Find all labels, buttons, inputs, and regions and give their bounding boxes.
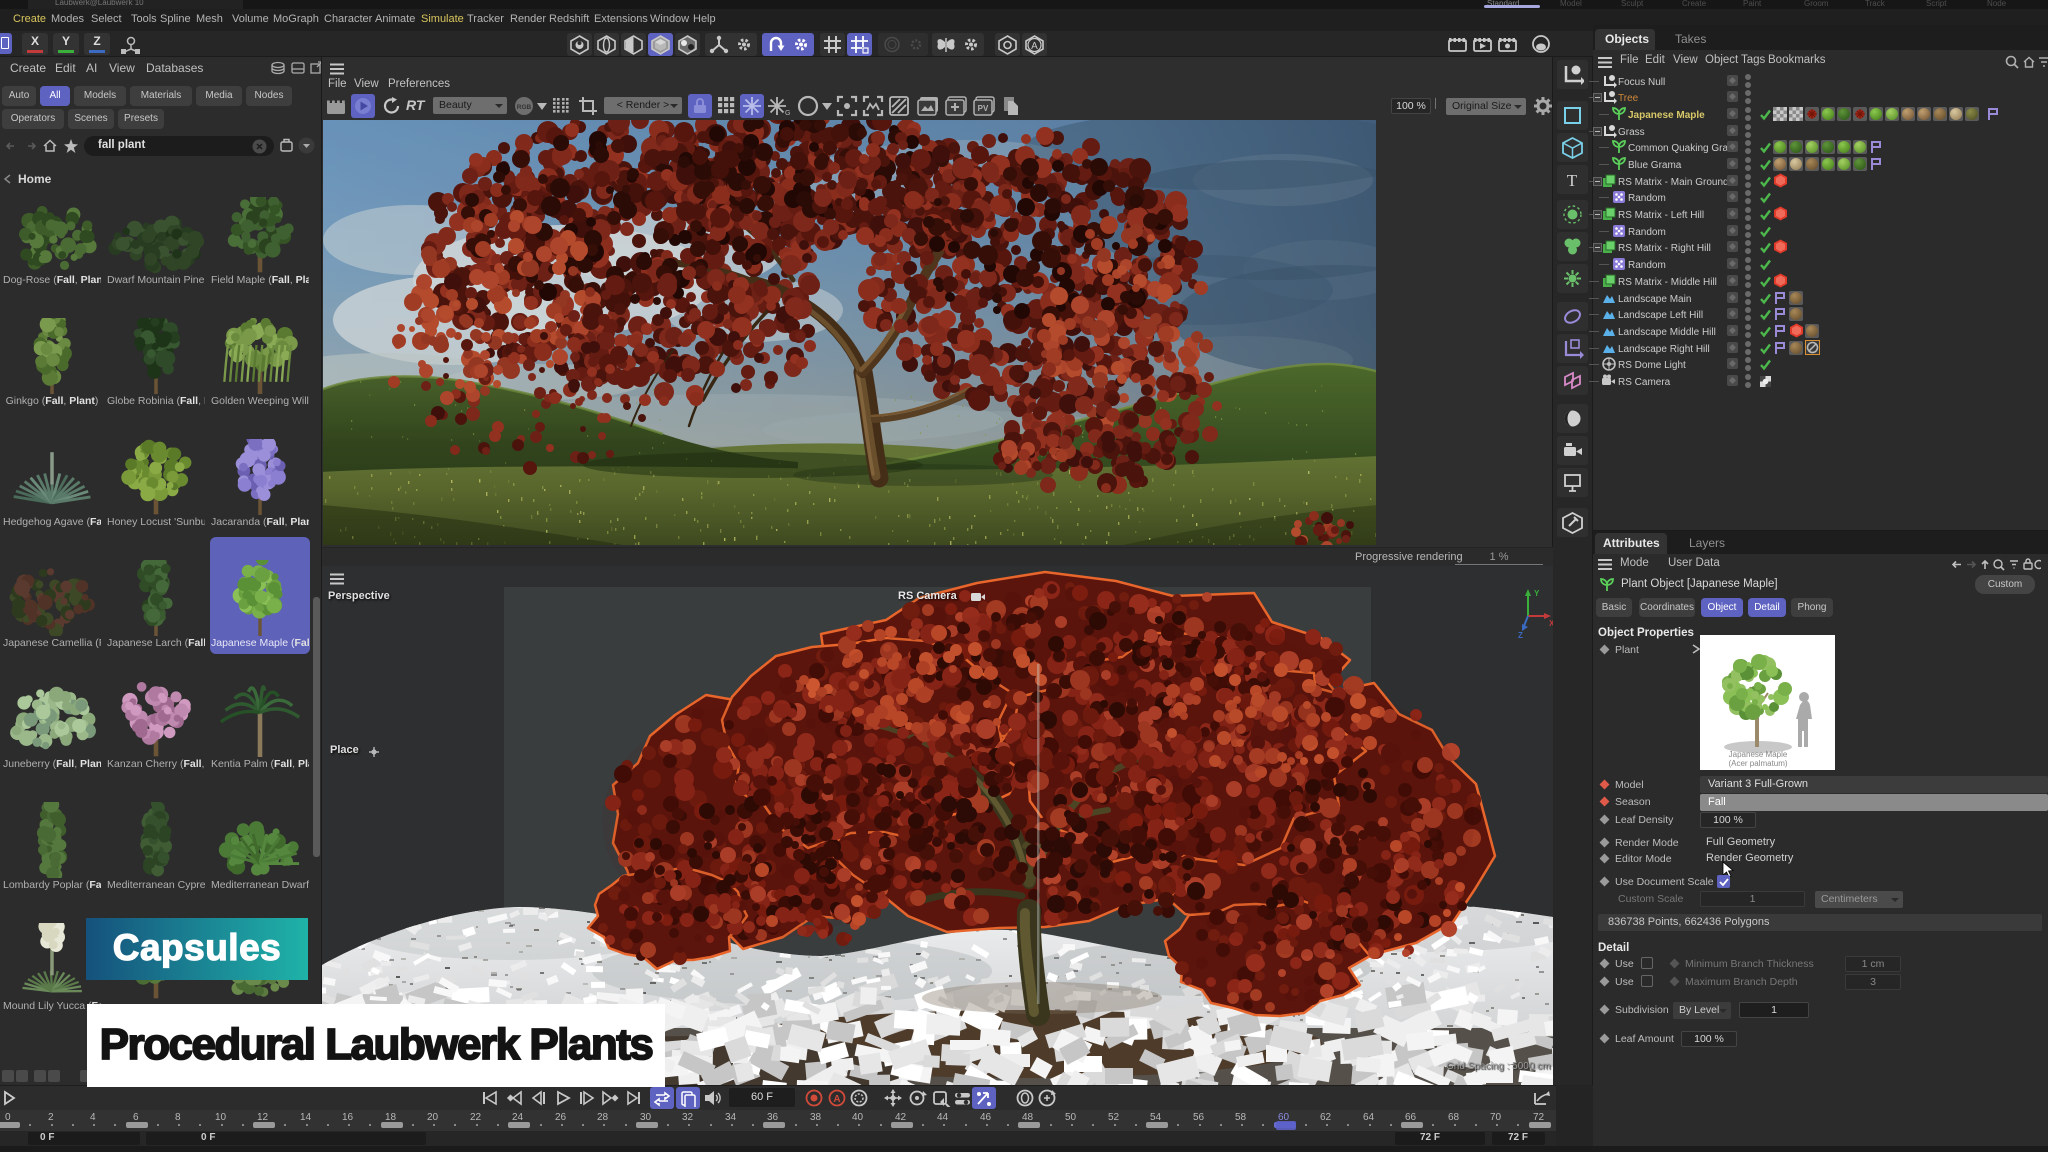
svg-text:G: G	[785, 110, 790, 116]
svg-text:PV: PV	[978, 104, 989, 113]
svg-text:RGB: RGB	[517, 104, 532, 111]
